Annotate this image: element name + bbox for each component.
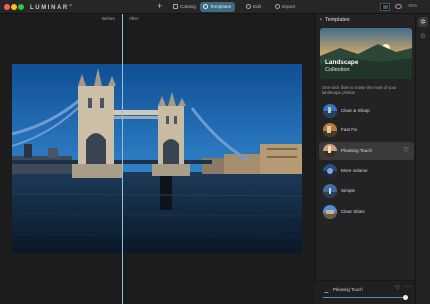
edit-icon — [246, 4, 251, 9]
favorite-heart-icon[interactable]: ♡ — [403, 146, 409, 154]
right-tool-sidebar: ✲ ☆ — [415, 14, 430, 304]
template-thumbnail — [323, 205, 337, 219]
template-thumbnail — [323, 184, 337, 198]
template-label: More volume — [341, 168, 368, 173]
applied-template-thumbnail — [323, 286, 330, 293]
chevron-left-icon: ‹ — [320, 17, 322, 23]
filmstrip-toggle-button[interactable] — [380, 3, 390, 11]
template-label: Clear Skies — [341, 209, 365, 214]
template-item-clear-skies[interactable]: Clear Skies — [319, 203, 414, 221]
catalog-icon — [173, 4, 178, 9]
template-amount-bar: Pleasing Touch ♡ ··· — [315, 280, 415, 304]
template-thumbnail — [323, 123, 337, 137]
template-item-simple[interactable]: Simple — [319, 182, 414, 200]
tab-templates[interactable]: Templates — [200, 2, 235, 12]
add-photos-button[interactable]: + — [157, 1, 162, 11]
templates-back-button[interactable]: ‹ Templates — [320, 17, 350, 23]
app-logo: LUMINARAI — [30, 3, 72, 11]
templates-tool-icon[interactable]: ✲ — [418, 17, 428, 27]
template-label: Simple — [341, 188, 356, 193]
template-thumbnail — [323, 144, 337, 158]
amount-slider-thumb[interactable] — [402, 295, 408, 301]
before-label: Before — [102, 16, 115, 21]
template-item-clear-sharp[interactable]: Clear & Sharp — [319, 102, 414, 120]
collection-subtitle: Collection — [325, 67, 350, 73]
title-bar: LUMINARAI + Catalog Templates Edit Expor… — [0, 0, 430, 14]
template-label: Clear & Sharp — [341, 108, 370, 113]
tab-catalog[interactable]: Catalog — [170, 2, 200, 12]
amount-slider-fill — [323, 297, 406, 299]
edited-photo — [12, 64, 302, 253]
more-options-button[interactable]: ··· — [405, 284, 411, 290]
template-thumbnail — [323, 104, 337, 118]
template-label: Fast Fix — [341, 127, 358, 132]
amount-slider[interactable] — [323, 295, 408, 301]
applied-template-name: Pleasing Touch — [333, 287, 363, 292]
collection-description: One-click fixes to make the most of your… — [322, 85, 397, 96]
close-window-button[interactable] — [4, 4, 10, 10]
collection-banner[interactable]: Landscape Collection — [320, 28, 412, 79]
template-item-pleasing-touch[interactable]: Pleasing Touch ♡ — [319, 142, 414, 160]
templates-icon — [203, 4, 208, 9]
compare-eye-icon[interactable] — [395, 4, 402, 9]
zoom-window-button[interactable] — [18, 4, 24, 10]
zoom-level[interactable]: 35% — [408, 3, 417, 8]
tab-export[interactable]: Export — [272, 2, 299, 12]
before-after-split-handle[interactable] — [122, 14, 123, 304]
template-label: Pleasing Touch — [341, 148, 373, 153]
favorite-heart-icon[interactable]: ♡ — [395, 285, 400, 291]
collection-title: Landscape — [325, 59, 359, 66]
after-label: After — [129, 16, 139, 21]
tab-edit[interactable]: Edit — [243, 2, 265, 12]
template-item-fast-fix[interactable]: Fast Fix — [319, 121, 414, 139]
export-icon — [275, 4, 280, 9]
template-item-more-volume[interactable]: More volume — [319, 162, 414, 180]
template-thumbnail — [323, 164, 337, 178]
favorites-star-icon[interactable]: ☆ — [418, 31, 428, 41]
minimize-window-button[interactable] — [11, 4, 17, 10]
